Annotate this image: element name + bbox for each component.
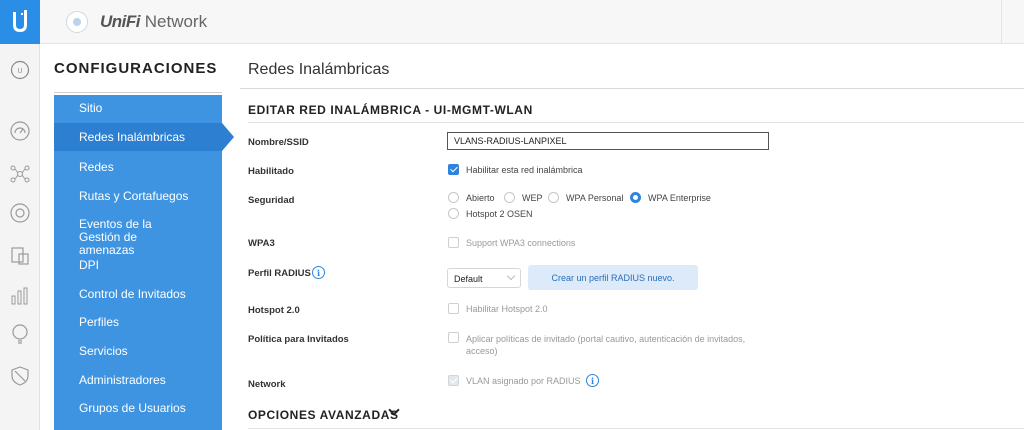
radius-info-icon[interactable]: i — [312, 266, 325, 279]
security-option-hotspot-osen: Hotspot 2 OSEN — [466, 209, 533, 219]
hotspot-option-text: Habilitar Hotspot 2.0 — [466, 304, 548, 314]
svg-text:U: U — [17, 68, 22, 75]
security-option-wpa-personal: WPA Personal — [566, 193, 624, 203]
guest-policy-label: Política para Invitados — [248, 334, 349, 345]
sidebar-item-sitio[interactable]: Sitio — [54, 95, 222, 123]
left-icon-rail: U — [0, 0, 40, 430]
wpa3-checkbox[interactable] — [448, 237, 459, 248]
radius-profile-select[interactable]: Default — [447, 268, 521, 288]
advanced-options-rule — [248, 428, 1024, 429]
security-radio-wpa-enterprise[interactable] — [630, 192, 641, 203]
guest-policy-option-text: Aplicar políticas de invitado (portal ca… — [466, 334, 746, 356]
clients-icon[interactable] — [8, 244, 32, 268]
section-title: EDITAR RED INALÁMBRICA - UI-MGMT-WLAN — [248, 103, 533, 117]
sidebar-item-grupos-usuarios[interactable]: Grupos de Usuarios — [54, 395, 222, 423]
wpa3-option-text: Support WPA3 connections — [466, 238, 576, 248]
security-option-wep: WEP — [522, 193, 543, 203]
ssid-input[interactable]: VLANS-RADIUS-LANPIXEL — [447, 132, 769, 150]
ssid-label: Nombre/SSID — [248, 137, 309, 148]
settings-heading-rule — [54, 92, 222, 93]
sidebar-item-redes[interactable]: Redes — [54, 153, 222, 181]
active-item-arrow — [222, 123, 234, 151]
sidebar-item-dpi[interactable]: DPI — [54, 252, 222, 280]
create-radius-profile-button[interactable]: Crear un perfil RADIUS nuevo. — [528, 265, 698, 290]
guest-policy-checkbox[interactable] — [448, 332, 459, 343]
enabled-label: Habilitado — [248, 166, 294, 177]
security-option-wpa-enterprise: WPA Enterprise — [648, 193, 711, 203]
topbar-divider — [1001, 0, 1002, 44]
settings-nav: Sitio Redes Inalámbricas Redes Rutas y C… — [54, 95, 234, 430]
threat-management-icon[interactable] — [8, 364, 32, 388]
status-circle-icon — [66, 10, 88, 33]
app-brand: UniFi Network — [100, 11, 208, 31]
sidebar-item-administradores[interactable]: Administradores — [54, 366, 222, 394]
dashboard-icon[interactable] — [8, 119, 32, 143]
insights-icon[interactable] — [8, 322, 32, 346]
hotspot-label: Hotspot 2.0 — [248, 305, 300, 316]
network-vlan-checkbox[interactable] — [448, 375, 459, 386]
statistics-icon[interactable] — [8, 284, 32, 308]
page-title-rule — [240, 88, 1024, 89]
security-radio-abierto[interactable] — [448, 192, 459, 203]
section-title-rule — [248, 122, 1024, 123]
hotspot-checkbox[interactable] — [448, 303, 459, 314]
topology-icon[interactable] — [8, 162, 32, 186]
wpa3-label: WPA3 — [248, 238, 275, 249]
radius-label: Perfil RADIUS — [248, 268, 311, 279]
security-radio-hotspot-osen[interactable] — [448, 208, 459, 219]
controller-icon[interactable]: U — [8, 58, 32, 82]
unifi-app: U UniFi Network CONFIGURACIONES Sitio Re… — [0, 0, 1024, 430]
devices-icon[interactable] — [8, 201, 32, 225]
chevron-down-icon — [506, 271, 516, 281]
sidebar-item-rutas-cortafuegos[interactable]: Rutas y Cortafuegos — [54, 182, 222, 210]
sidebar-item-perfiles[interactable]: Perfiles — [54, 309, 222, 337]
sidebar-item-eventos-amenazas[interactable]: Eventos de la Gestión de amenazas — [54, 213, 222, 257]
enabled-option-text: Habilitar esta red inalámbrica — [466, 165, 583, 175]
top-bar: UniFi Network — [40, 0, 1024, 44]
sidebar-item-control-invitados[interactable]: Control de Invitados — [54, 280, 222, 308]
advanced-options-toggle[interactable]: OPCIONES AVANZADAS — [248, 408, 399, 422]
security-radio-wpa-personal[interactable] — [548, 192, 559, 203]
security-label: Seguridad — [248, 195, 295, 206]
settings-heading: CONFIGURACIONES — [54, 60, 218, 77]
page-title: Redes Inalámbricas — [248, 61, 390, 78]
security-option-abierto: Abierto — [466, 193, 495, 203]
network-option-text: VLAN asignado por RADIUS — [466, 376, 581, 386]
sidebar-item-redes-inalambricas[interactable]: Redes Inalámbricas — [54, 123, 234, 151]
network-label: Network — [248, 379, 286, 390]
security-radio-wep[interactable] — [504, 192, 515, 203]
enabled-checkbox[interactable] — [448, 164, 459, 175]
ubiquiti-logo-icon[interactable] — [0, 0, 40, 44]
sidebar-item-servicios[interactable]: Servicios — [54, 338, 222, 366]
network-info-icon[interactable]: i — [586, 374, 599, 387]
